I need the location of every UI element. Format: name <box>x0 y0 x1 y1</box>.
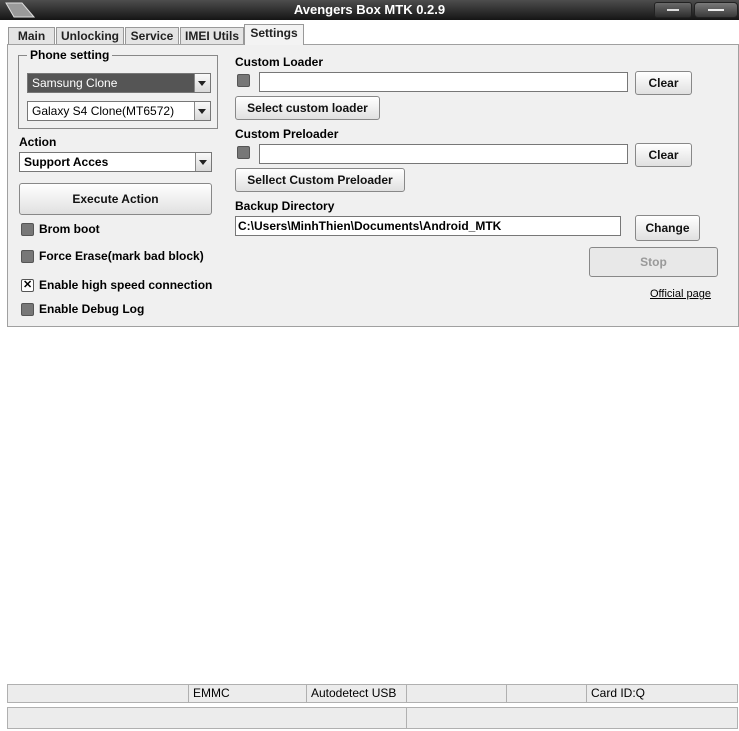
brom-boot-label: Brom boot <box>39 222 100 236</box>
close-button[interactable] <box>694 2 738 18</box>
custom-preloader-input[interactable] <box>259 144 628 164</box>
status-card-id: Card ID:Q <box>591 686 646 700</box>
custom-loader-label: Custom Loader <box>235 55 324 69</box>
select-custom-loader-button[interactable]: Select custom loader <box>235 96 380 120</box>
tab-service[interactable]: Service <box>125 27 179 44</box>
backup-directory-label: Backup Directory <box>235 199 335 213</box>
status-usb: Autodetect USB <box>307 685 407 702</box>
backup-directory-input[interactable]: C:\Users\MinhThien\Documents\Android_MTK <box>235 216 621 236</box>
tab-imei-utils[interactable]: IMEI Utils <box>180 27 244 44</box>
action-label: Action <box>19 135 57 149</box>
custom-preloader-checkbox[interactable] <box>237 146 250 159</box>
progress-cell <box>8 708 407 728</box>
status-cell-blank <box>407 685 507 702</box>
force-erase-label: Force Erase(mark bad block) <box>39 249 204 263</box>
debug-log-label: Enable Debug Log <box>39 302 145 316</box>
title-bar: Avengers Box MTK 0.2.9 <box>0 0 739 20</box>
tab-main[interactable]: Main <box>8 27 55 44</box>
force-erase-checkbox[interactable] <box>21 250 34 263</box>
dropdown-arrow-icon[interactable] <box>194 74 210 92</box>
custom-loader-input[interactable] <box>259 72 628 92</box>
brand-select[interactable]: Samsung Clone <box>27 73 211 93</box>
execute-action-button[interactable]: Execute Action <box>19 183 212 215</box>
tab-unlocking[interactable]: Unlocking <box>56 27 124 44</box>
window-title: Avengers Box MTK 0.2.9 <box>293 2 446 17</box>
action-value: Support Acces <box>24 155 109 169</box>
custom-loader-clear-button[interactable]: Clear <box>635 71 692 95</box>
change-directory-button[interactable]: Change <box>635 215 700 241</box>
phone-setting-legend: Phone setting <box>27 48 113 62</box>
model-select[interactable]: Galaxy S4 Clone(MT6572) <box>27 101 211 121</box>
dropdown-arrow-icon[interactable] <box>194 102 210 120</box>
stop-button[interactable]: Stop <box>589 247 718 277</box>
progress-cell <box>407 708 735 728</box>
dropdown-arrow-icon[interactable] <box>195 153 211 171</box>
progress-bar-row <box>7 707 738 729</box>
high-speed-checkbox[interactable] <box>21 278 34 292</box>
brom-boot-checkbox[interactable] <box>21 223 34 236</box>
custom-preloader-clear-button[interactable]: Clear <box>635 143 692 167</box>
custom-preloader-label: Custom Preloader <box>235 127 339 141</box>
minimize-icon <box>667 9 679 11</box>
minimize-button[interactable] <box>654 2 692 18</box>
status-storage: EMMC <box>189 685 307 702</box>
custom-loader-checkbox[interactable] <box>237 74 250 87</box>
model-value: Galaxy S4 Clone(MT6572) <box>32 104 175 118</box>
action-select[interactable]: Support Acces <box>19 152 212 172</box>
status-cell-blank <box>8 685 189 702</box>
select-custom-preloader-button[interactable]: Sellect Custom Preloader <box>235 168 405 192</box>
brand-value: Samsung Clone <box>32 76 118 90</box>
status-bar: EMMC Autodetect USB Card ID:Q <box>7 684 738 703</box>
tab-settings[interactable]: Settings <box>244 24 304 45</box>
settings-panel: Phone setting Samsung Clone Galaxy S4 Cl… <box>7 44 739 327</box>
close-icon <box>708 9 724 11</box>
official-page-link[interactable]: Official page <box>650 288 711 300</box>
log-area <box>7 327 737 682</box>
debug-log-checkbox[interactable] <box>21 303 34 316</box>
high-speed-label: Enable high speed connection <box>39 278 213 292</box>
phone-setting-group: Phone setting Samsung Clone Galaxy S4 Cl… <box>18 48 218 129</box>
status-cell-blank <box>507 685 587 702</box>
